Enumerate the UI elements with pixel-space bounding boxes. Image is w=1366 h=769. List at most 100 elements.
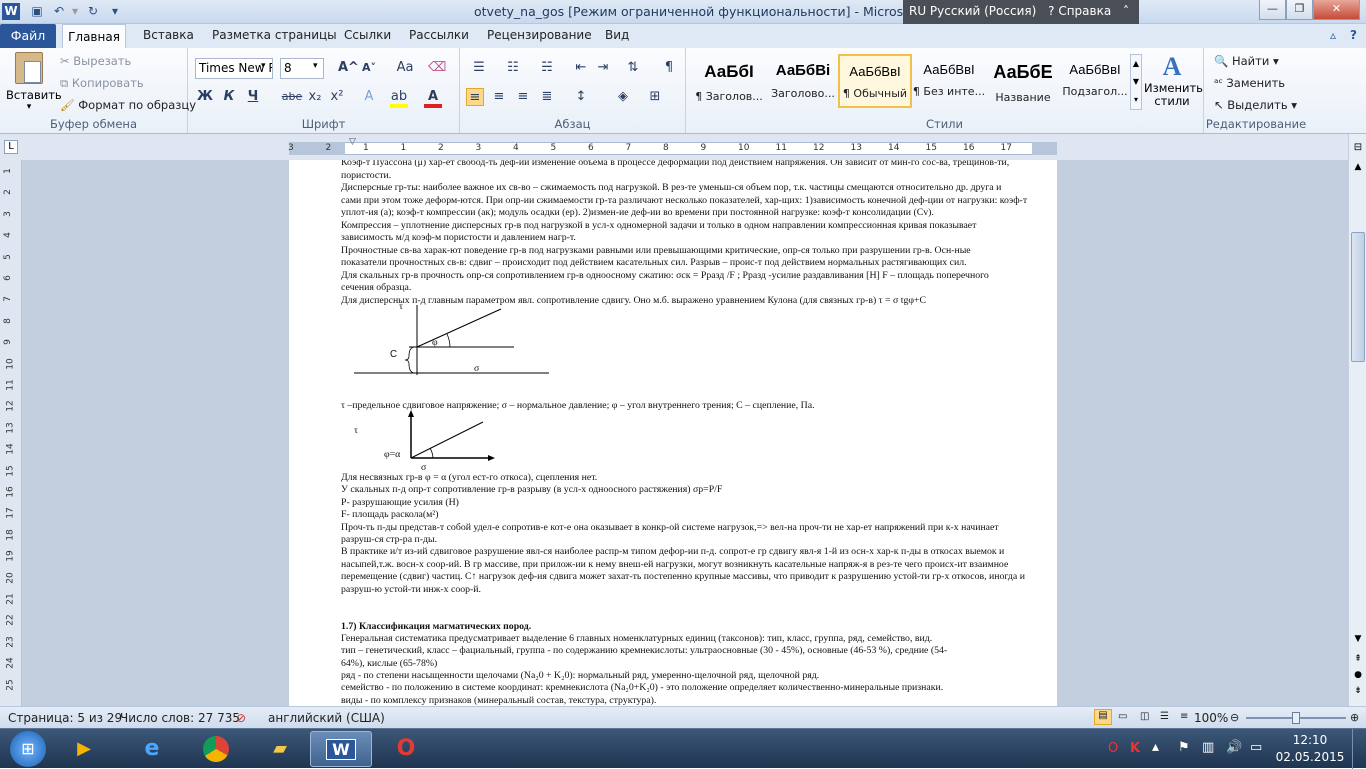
ribbon-collapse-icon[interactable]: ▵ <box>1330 28 1336 42</box>
draft-view-icon[interactable]: ≡ <box>1180 711 1188 722</box>
styles-scroll[interactable]: ▲ ▼ ▾ <box>1130 54 1142 110</box>
font-color-icon[interactable]: A <box>424 88 442 108</box>
find-button[interactable]: 🔍 Найти ▾ <box>1214 54 1279 68</box>
tray-expand-icon[interactable]: ▴ <box>1152 739 1159 755</box>
chrome-icon[interactable] <box>188 731 244 767</box>
increase-indent-icon[interactable]: ⇥ <box>594 59 612 77</box>
show-formatting-icon[interactable]: ¶ <box>660 59 678 77</box>
tab-selector-icon[interactable]: L <box>4 140 18 154</box>
word-taskbar-icon[interactable]: W <box>310 731 372 767</box>
shrink-font-icon[interactable]: A˅ <box>360 59 378 77</box>
bullets-icon[interactable]: ☰ <box>470 59 488 77</box>
tab-references[interactable]: Ссылки <box>344 28 391 42</box>
battery-icon[interactable]: ▭ <box>1250 740 1262 755</box>
browse-object-icon[interactable]: ● <box>1351 670 1365 684</box>
flag-icon[interactable]: ⚑ <box>1178 740 1190 755</box>
explorer-icon[interactable]: ▰ <box>252 731 308 767</box>
scroll-up-icon[interactable]: ▲ <box>1351 162 1365 176</box>
decrease-indent-icon[interactable]: ⇤ <box>572 59 590 77</box>
style-subtitle[interactable]: АаБбВвІ Подзагол... <box>1058 54 1132 108</box>
borders-icon[interactable]: ⊞ <box>646 88 664 106</box>
ruler-toggle-icon[interactable]: ⊟ <box>1351 142 1365 156</box>
antivirus-tray-icon[interactable]: K <box>1130 741 1140 756</box>
next-page-icon[interactable]: ⇟ <box>1351 686 1365 700</box>
scroll-thumb[interactable] <box>1351 232 1365 362</box>
tab-page-layout[interactable]: Разметка страницы <box>212 28 337 42</box>
clock-date[interactable]: 02.05.2015 <box>1274 750 1346 764</box>
indent-marker-icon[interactable]: ▽ <box>349 137 356 147</box>
italic-button[interactable]: К <box>220 88 238 106</box>
ie-icon[interactable]: e <box>124 731 180 767</box>
save-icon[interactable]: ▣ <box>28 3 46 20</box>
strikethrough-button[interactable]: abe <box>280 88 304 106</box>
tab-file[interactable]: Файл <box>0 24 56 48</box>
tab-insert[interactable]: Вставка <box>143 28 194 42</box>
tab-view[interactable]: Вид <box>605 28 629 42</box>
copy-button[interactable]: ⧉ Копировать <box>60 76 144 91</box>
replace-button[interactable]: ᵃᶜ Заменить <box>1214 76 1285 90</box>
redo-icon[interactable]: ↻ <box>84 3 102 20</box>
page-counter[interactable]: Страница: 5 из 29 <box>8 711 122 725</box>
opera-icon[interactable]: O <box>378 731 434 767</box>
minimize-button[interactable]: — <box>1259 0 1286 20</box>
style-normal[interactable]: АаБбВвІ ¶ Обычный <box>838 54 912 108</box>
previous-page-icon[interactable]: ⇞ <box>1351 654 1365 668</box>
underline-button[interactable]: Ч <box>244 88 262 106</box>
speaker-icon[interactable]: 🔊 <box>1226 740 1242 755</box>
customize-quick-access-icon[interactable]: ▾ <box>106 3 124 20</box>
close-button[interactable]: ✕ <box>1313 0 1360 20</box>
cut-button[interactable]: ✂ Вырезать <box>60 54 131 68</box>
outline-view-icon[interactable]: ☰ <box>1160 711 1169 722</box>
align-center-button[interactable]: ≡ <box>490 88 508 106</box>
justify-button[interactable]: ≣ <box>538 88 556 106</box>
tab-home[interactable]: Главная <box>62 24 126 49</box>
language-indicator[interactable]: RU Русский (Россия) ? Справка ˄ <box>903 0 1139 24</box>
word-count[interactable]: Число слов: 27 735 <box>120 711 240 725</box>
zoom-level[interactable]: 100% <box>1194 711 1228 725</box>
bold-button[interactable]: Ж <box>196 88 214 106</box>
vertical-scrollbar[interactable]: ⊟ ▲ ▼ ⇞ ● ⇟ <box>1348 134 1366 706</box>
show-desktop-button[interactable] <box>1352 729 1366 769</box>
zoom-in-icon[interactable]: ⊕ <box>1350 711 1359 724</box>
text-effects-icon[interactable]: A <box>360 88 378 106</box>
vertical-ruler[interactable]: 1 2 3 4 5 6 7 8 9 10 11 12 13 14 15 16 17 18 19 20 21 22 23 24 2… <box>0 160 22 706</box>
line-spacing-icon[interactable]: ↕ <box>572 88 590 106</box>
font-name-dropdown-icon[interactable]: ▾ <box>261 61 266 71</box>
superscript-button[interactable]: x² <box>328 88 346 106</box>
tab-review[interactable]: Рецензирование <box>487 28 592 42</box>
web-layout-view-icon[interactable]: ◫ <box>1140 711 1149 722</box>
zoom-slider-thumb[interactable] <box>1292 712 1300 724</box>
paste-button[interactable]: Вставить ▾ <box>6 52 62 114</box>
zoom-out-icon[interactable]: ⊖ <box>1230 711 1239 724</box>
style-heading2[interactable]: АаБбВі Заголово... <box>766 54 840 108</box>
grow-font-icon[interactable]: A^ <box>338 59 359 77</box>
print-layout-view-icon[interactable]: ▤ <box>1094 709 1112 725</box>
start-button[interactable]: ⊞ <box>10 731 46 767</box>
maximize-button[interactable]: ❐ <box>1286 0 1313 20</box>
style-heading1[interactable]: АаБбI ¶ Заголов... <box>692 54 766 108</box>
undo-dropdown-icon[interactable]: ▾ <box>66 3 84 20</box>
align-right-button[interactable]: ≡ <box>514 88 532 106</box>
help-circle-icon[interactable]: ? <box>1350 28 1357 42</box>
horizontal-ruler[interactable]: L 3 2 1 1 2 3 4 5 6 7 8 9 10 11 12 13 14 15 16 17 ▽ <box>0 134 1366 160</box>
style-title[interactable]: АаБбЕ Название <box>986 54 1060 108</box>
subscript-button[interactable]: x₂ <box>306 88 324 106</box>
change-styles-button[interactable]: A Изменить стили <box>1144 52 1203 118</box>
multilevel-list-icon[interactable]: ☵ <box>538 59 556 77</box>
language-status[interactable]: английский (США) <box>268 711 385 725</box>
network-icon[interactable]: ▥ <box>1202 740 1214 755</box>
clock-time[interactable]: 12:10 <box>1280 733 1340 747</box>
numbering-icon[interactable]: ☷ <box>504 59 522 77</box>
word-app-icon[interactable]: W <box>2 3 20 20</box>
change-case-icon[interactable]: Аа <box>392 59 418 77</box>
style-no-spacing[interactable]: АаБбВвІ ¶ Без инте... <box>912 54 986 108</box>
align-left-button[interactable]: ≡ <box>466 88 484 106</box>
full-screen-view-icon[interactable]: ▭ <box>1118 711 1127 722</box>
shading-icon[interactable]: ◈ <box>614 88 632 106</box>
media-player-icon[interactable]: ▶ <box>56 731 112 767</box>
format-painter-button[interactable]: 🖌 Формат по образцу <box>60 98 196 112</box>
select-button[interactable]: ↖ Выделить ▾ <box>1214 98 1297 112</box>
clear-formatting-icon[interactable]: ⌫ <box>428 59 446 77</box>
proofing-icon[interactable]: ⊘ <box>236 711 246 725</box>
tab-mailings[interactable]: Рассылки <box>409 28 469 42</box>
